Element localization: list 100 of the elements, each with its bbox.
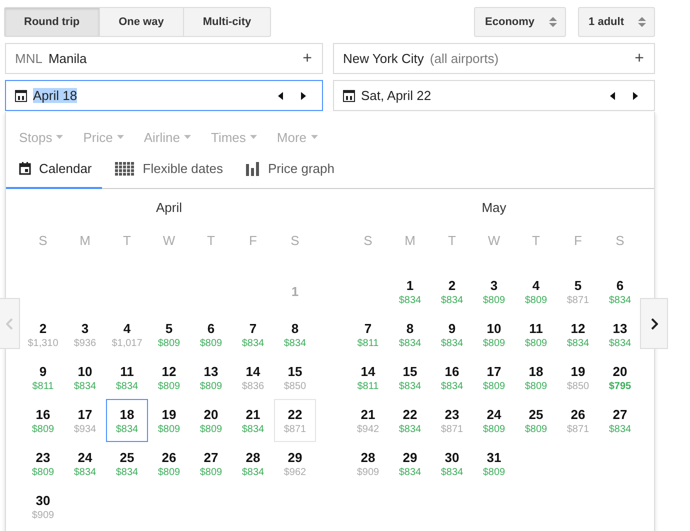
calendar-day[interactable]: 21 $942 [347, 399, 389, 442]
calendar-day[interactable]: 3 $936 [64, 313, 106, 356]
chevron-left-icon [6, 318, 13, 330]
calendar-day[interactable]: 13 $834 [599, 313, 641, 356]
calendar-day[interactable]: 18 $809 [515, 356, 557, 399]
calendar-day[interactable]: 30 $909 [22, 485, 64, 528]
calendar-day[interactable]: 23 $871 [431, 399, 473, 442]
destination-field[interactable]: New York City (all airports) + [333, 43, 655, 74]
calendar-day[interactable]: 6 $834 [599, 270, 641, 313]
calendar-day[interactable]: 27 $834 [599, 399, 641, 442]
calendar-day[interactable]: 21 $834 [232, 399, 274, 442]
weekday-label: T [122, 233, 132, 250]
weekday-label: S [38, 233, 48, 250]
bar-chart-icon [246, 162, 260, 176]
calendar-day[interactable]: 18 $834 [106, 399, 148, 442]
calendar-day[interactable]: 16 $809 [22, 399, 64, 442]
calendar-day[interactable]: 15 $834 [389, 356, 431, 399]
trip-type-tab[interactable]: One way [98, 7, 184, 37]
calendar-day[interactable]: 24 $809 [473, 399, 515, 442]
up-down-arrows-icon [638, 16, 646, 28]
calendar-day[interactable]: 8 $834 [274, 313, 316, 356]
calendar-day[interactable]: 8 $834 [389, 313, 431, 356]
weekday-label: S [290, 233, 300, 250]
calendar-day[interactable]: 19 $850 [557, 356, 599, 399]
calendar-day[interactable]: 28 $834 [232, 442, 274, 485]
origin-field[interactable]: MNL Manila + [5, 43, 323, 74]
calendar-day[interactable]: 7 $834 [232, 313, 274, 356]
calendar-day[interactable]: 20 $795 [599, 356, 641, 399]
calendar-day[interactable]: 4 $1,017 [106, 313, 148, 356]
chevron-right-icon [650, 318, 658, 330]
weekday-label: T [447, 233, 457, 250]
weekday-label: M [404, 233, 416, 250]
calendar-day[interactable]: 14 $811 [347, 356, 389, 399]
caret-icon [116, 135, 124, 139]
calendar-day[interactable]: 4 $809 [515, 270, 557, 313]
calendar-day[interactable]: 22 $834 [389, 399, 431, 442]
calendar-day[interactable]: 15 $850 [274, 356, 316, 399]
trip-type-tab[interactable]: Round trip [4, 7, 100, 37]
weekday-label: S [614, 233, 626, 250]
trip-type-tab[interactable]: Multi-city [182, 7, 272, 37]
calendar-day[interactable]: 10 $809 [473, 313, 515, 356]
calendar-day[interactable]: 5 $871 [557, 270, 599, 313]
calendar-day[interactable]: 29 $962 [274, 442, 316, 485]
calendar-day[interactable]: 19 $809 [148, 399, 190, 442]
calendar-icon [343, 90, 355, 102]
calendar-day[interactable]: 12 $834 [557, 313, 599, 356]
calendar-day[interactable]: 25 $809 [515, 399, 557, 442]
view-tab[interactable]: Price graph [232, 150, 344, 189]
calendar-day[interactable]: 22 $871 [274, 399, 316, 442]
calendar-day[interactable]: 2 $834 [431, 270, 473, 313]
weekday-label: M [78, 233, 92, 250]
weekday-label: F [248, 233, 258, 250]
calendar-day[interactable]: 12 $809 [148, 356, 190, 399]
calendar-day[interactable]: 16 $834 [431, 356, 473, 399]
calendar-day[interactable]: 24 $834 [64, 442, 106, 485]
calendar-day[interactable]: 17 $809 [473, 356, 515, 399]
calendar-day[interactable]: 30 $834 [431, 442, 473, 485]
up-down-arrows-icon [548, 16, 557, 28]
calendar-day[interactable]: 26 $809 [148, 442, 190, 485]
calendar-day[interactable]: 10 $834 [64, 356, 106, 399]
view-tab[interactable]: Flexible dates [102, 150, 233, 189]
weekday-label: T [206, 233, 216, 250]
calendar-day[interactable]: 7 $811 [347, 313, 389, 356]
right-triangle-icon [633, 92, 638, 100]
calendar-day[interactable]: 11 $809 [515, 313, 557, 356]
grid-icon [114, 162, 135, 176]
left-triangle-icon [610, 92, 615, 100]
calendar-day[interactable]: 23 $809 [22, 442, 64, 485]
calendar-icon [15, 90, 27, 102]
calendar-day[interactable]: 2 $1,310 [22, 313, 64, 356]
weekday-label: T [531, 233, 541, 250]
calendar-day[interactable]: 31 $809 [473, 442, 515, 485]
caret-icon [56, 135, 64, 139]
calendar-day[interactable]: 14 $836 [232, 356, 274, 399]
calendar-day[interactable]: 9 $811 [22, 356, 64, 399]
calendar-day[interactable]: 27 $809 [190, 442, 232, 485]
calendar-day[interactable]: 26 $871 [557, 399, 599, 442]
right-triangle-icon [301, 92, 306, 100]
calendar-day[interactable]: 25 $834 [106, 442, 148, 485]
calendar-icon [19, 162, 31, 175]
passengers-select[interactable]: 1 adult [578, 7, 655, 37]
departure-date-field[interactable]: April 18 [5, 80, 323, 111]
calendar-day[interactable]: 1 $834 [389, 270, 431, 313]
calendar-day[interactable]: 29 $834 [389, 442, 431, 485]
calendar-day[interactable]: 28 $909 [347, 442, 389, 485]
calendar-day[interactable]: 9 $834 [431, 313, 473, 356]
return-date-field[interactable]: Sat, April 22 [333, 80, 655, 111]
weekday-label: S [362, 233, 374, 250]
view-tab[interactable]: Calendar [6, 150, 102, 189]
left-triangle-icon [278, 92, 283, 100]
cabin-select[interactable]: Economy [474, 7, 566, 37]
add-destination-button[interactable]: + [634, 50, 644, 68]
calendar-day[interactable]: 17 $934 [64, 399, 106, 442]
calendar-day[interactable]: 5 $809 [148, 313, 190, 356]
calendar-day[interactable]: 13 $809 [190, 356, 232, 399]
add-origin-button[interactable]: + [302, 50, 312, 68]
calendar-day[interactable]: 3 $809 [473, 270, 515, 313]
calendar-day[interactable]: 6 $809 [190, 313, 232, 356]
calendar-day[interactable]: 20 $809 [190, 399, 232, 442]
calendar-day[interactable]: 11 $834 [106, 356, 148, 399]
